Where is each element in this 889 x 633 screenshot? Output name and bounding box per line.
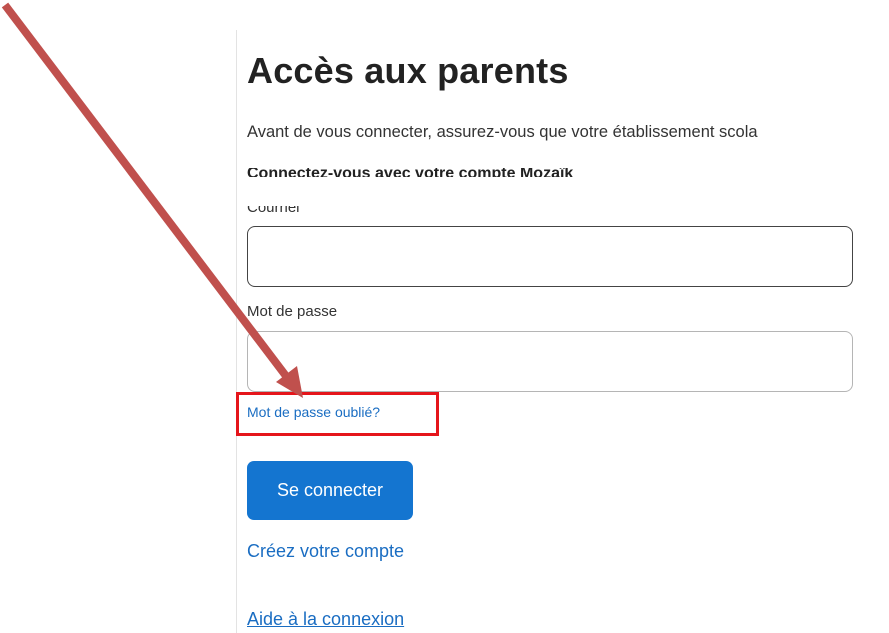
password-field[interactable] (247, 331, 853, 392)
page-title: Accès aux parents (247, 50, 569, 91)
create-account-link[interactable]: Créez votre compte (247, 541, 404, 562)
arrow-shaft (1, 2, 290, 379)
login-button[interactable]: Se connecter (247, 461, 413, 520)
email-field[interactable] (247, 226, 853, 287)
left-divider (236, 30, 237, 633)
forgot-password-link[interactable]: Mot de passe oublié? (247, 404, 380, 420)
password-label: Mot de passe (247, 303, 338, 320)
annotation-arrow (1, 2, 303, 398)
intro-text: Avant de vous connecter, assurez-vous qu… (247, 123, 758, 141)
form-heading: Connectez-vous avec votre compte Mozaïk (247, 168, 889, 177)
email-label: Courriel (247, 206, 447, 215)
login-page: Accès aux parents Avant de vous connecte… (0, 0, 889, 633)
form-heading-text: Connectez-vous avec votre compte Mozaïk (247, 168, 574, 177)
login-help-link[interactable]: Aide à la connexion (247, 609, 404, 630)
email-label-text: Courriel (247, 206, 300, 215)
